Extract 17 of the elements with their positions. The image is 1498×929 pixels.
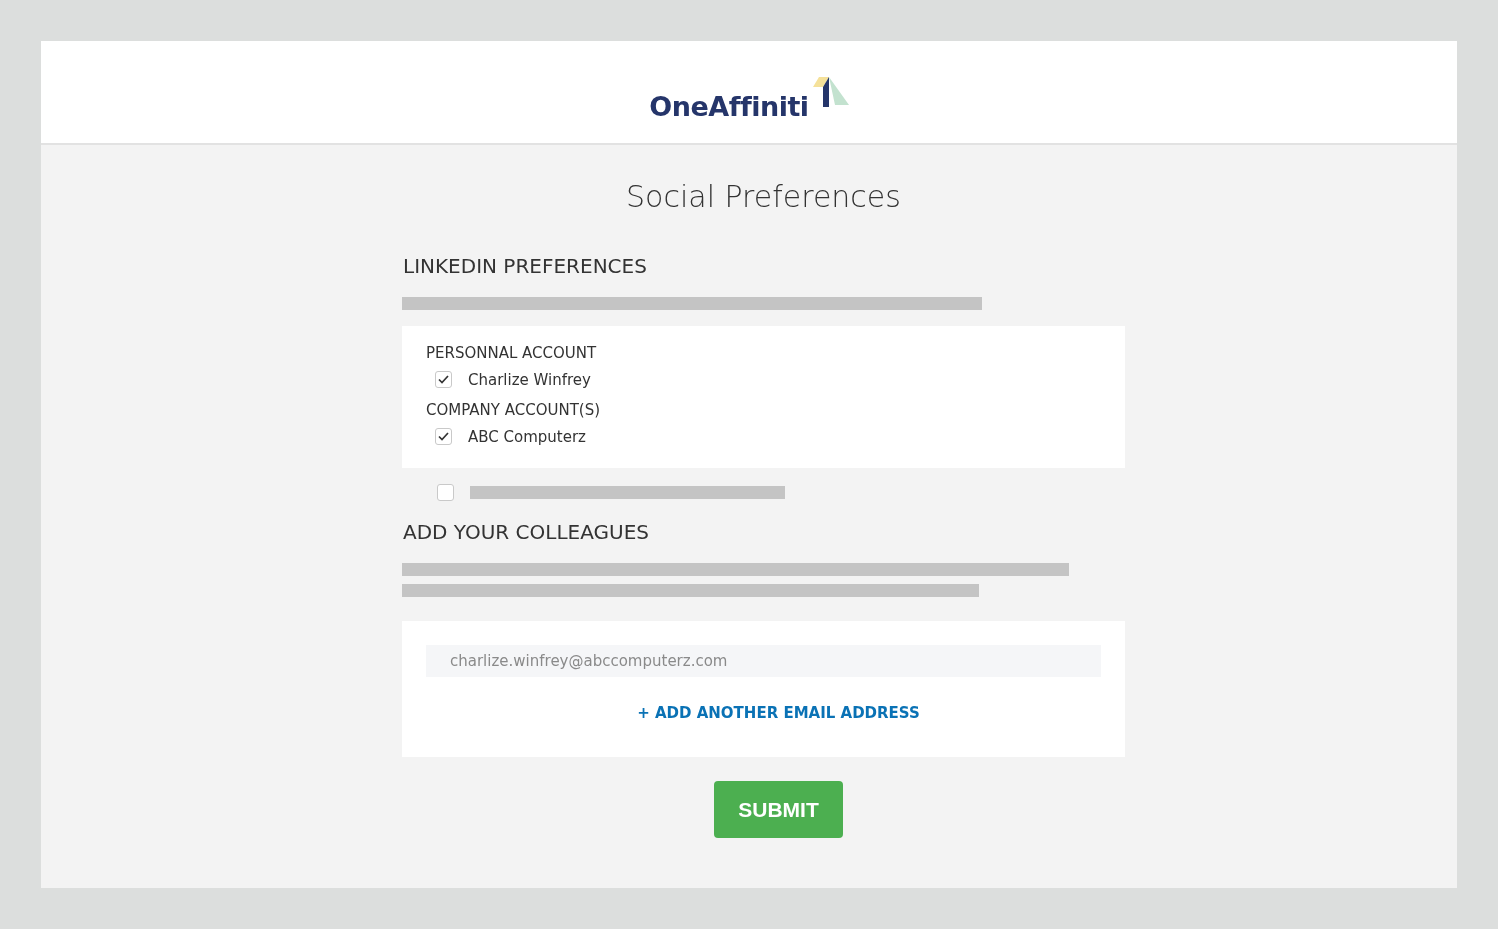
email-field[interactable]: charlize.winfrey@abccomputerz.com [426, 645, 1101, 677]
logo-mark-icon [810, 77, 849, 107]
group-label: COMPANY ACCOUNT(S) [426, 400, 602, 421]
account-name: Charlize Winfrey [468, 369, 591, 391]
section-heading: LINKEDIN PREFERENCES [403, 253, 648, 280]
add-email-link[interactable]: + ADD ANOTHER EMAIL ADDRESS [637, 704, 920, 722]
section-heading: ADD YOUR COLLEAGUES [403, 519, 651, 546]
check-icon [438, 375, 449, 385]
checkbox[interactable] [437, 484, 454, 501]
checkbox[interactable] [435, 371, 452, 389]
logo-text: OneAffiniti [649, 89, 809, 124]
group-label: PERSONNAL ACCOUNT [426, 343, 598, 364]
checkbox[interactable] [435, 428, 452, 446]
page-title: Social Preferences [625, 178, 902, 215]
account-name: ABC Computerz [468, 426, 586, 448]
submit-button[interactable]: SUBMIT [714, 781, 843, 838]
check-icon [438, 432, 449, 442]
